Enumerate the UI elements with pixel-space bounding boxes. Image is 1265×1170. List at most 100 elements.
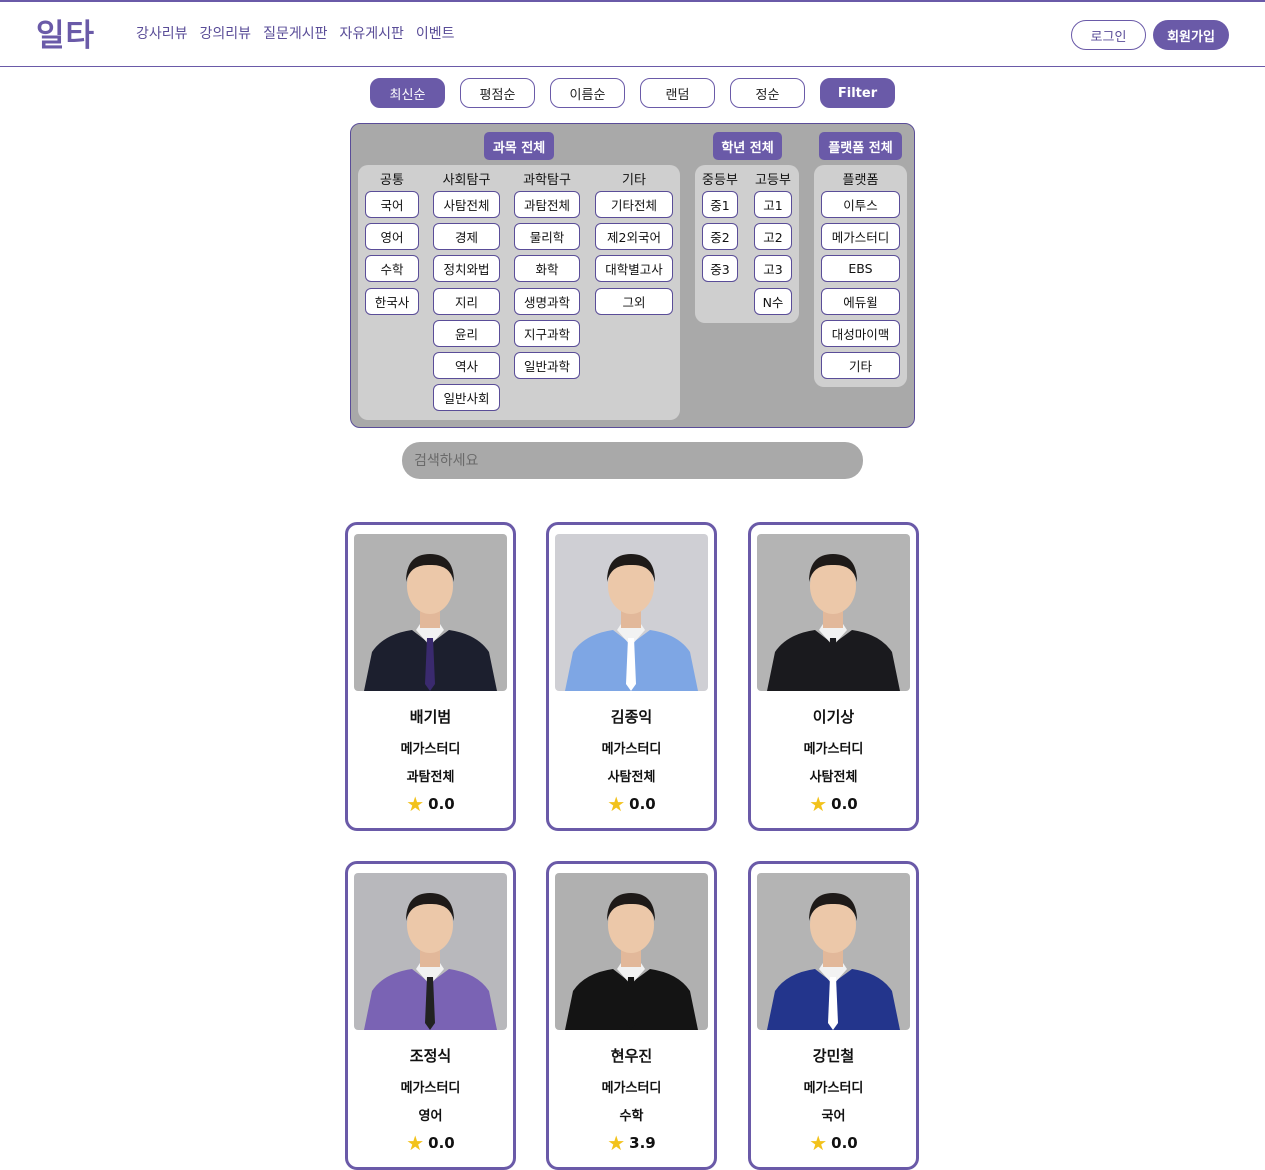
teacher-card[interactable]: 이기상메가스터디사탐전체 ★ 0.0 bbox=[748, 522, 919, 831]
teacher-name: 배기범 bbox=[409, 708, 452, 726]
rating-value: 0.0 bbox=[428, 795, 455, 813]
platform-chip[interactable]: 에듀윌 bbox=[821, 287, 900, 315]
subject-chip[interactable]: 일반사회 bbox=[433, 384, 500, 412]
teacher-rating: ★ 0.0 bbox=[751, 794, 916, 814]
teacher-platform: 메가스터디 bbox=[803, 742, 864, 757]
search-input[interactable] bbox=[402, 442, 863, 479]
subject-chip[interactable]: 영어 bbox=[365, 223, 419, 251]
teacher-subject: 사탐전체 bbox=[809, 770, 858, 785]
subject-chip[interactable]: 수학 bbox=[365, 255, 419, 283]
sort-latest-button[interactable]: 최신순 bbox=[370, 78, 445, 108]
star-icon: ★ bbox=[406, 1131, 425, 1155]
grade-group-title: 고등부 bbox=[755, 173, 791, 188]
filter-panel: 과목 전체 학년 전체 플랫폼 전체 공통국어영어수학한국사 사회탐구사탐전체경제… bbox=[350, 123, 915, 428]
teacher-card[interactable]: 배기범 메가스터디 과탐전체 ★ 0.0 bbox=[345, 522, 516, 831]
star-icon: ★ bbox=[607, 1131, 626, 1155]
platform-group-title: 플랫폼 bbox=[842, 173, 879, 188]
sort-rating-button[interactable]: 평점순 bbox=[460, 78, 535, 108]
teacher-name: 이기상 bbox=[812, 708, 855, 726]
grade-chip[interactable]: 중2 bbox=[702, 223, 738, 251]
teacher-photo bbox=[354, 534, 507, 691]
platform-chip[interactable]: 대성마이맥 bbox=[821, 319, 900, 347]
rating-value: 0.0 bbox=[831, 1134, 858, 1152]
platform-chip[interactable]: EBS bbox=[821, 255, 900, 283]
platform-chip[interactable]: 기타 bbox=[821, 352, 900, 379]
teacher-name: 김종익 bbox=[610, 708, 653, 726]
subject-all-button[interactable]: 과목 전체 bbox=[484, 132, 554, 160]
site-header: 일타 강사리뷰 강의리뷰 질문게시판 자유게시판 이벤트 로그인 회원가입 bbox=[0, 2, 1265, 67]
main-nav: 강사리뷰 강의리뷰 질문게시판 자유게시판 이벤트 bbox=[136, 23, 455, 43]
nav-teacher-review[interactable]: 강사리뷰 bbox=[136, 23, 188, 43]
teacher-name: 현우진 bbox=[610, 1047, 653, 1065]
subject-chip[interactable]: 그외 bbox=[595, 287, 673, 315]
platform-chip[interactable]: 이투스 bbox=[821, 191, 900, 218]
subject-chip[interactable]: 윤리 bbox=[433, 319, 500, 347]
star-icon: ★ bbox=[607, 792, 626, 816]
teacher-name: 조정식 bbox=[409, 1047, 452, 1065]
subject-chip[interactable]: 생명과학 bbox=[514, 287, 580, 315]
subject-chip[interactable]: 경제 bbox=[433, 223, 500, 251]
subject-chip[interactable]: 과탐전체 bbox=[514, 191, 580, 218]
subject-group-title: 공통 bbox=[380, 173, 404, 188]
star-icon: ★ bbox=[809, 792, 828, 816]
nav-question-board[interactable]: 질문게시판 bbox=[263, 23, 327, 43]
subject-chip[interactable]: 역사 bbox=[433, 352, 500, 379]
teacher-photo bbox=[354, 873, 507, 1030]
subject-group-title: 사회탐구 bbox=[442, 173, 491, 188]
login-button[interactable]: 로그인 bbox=[1071, 20, 1146, 50]
sort-random-button[interactable]: 랜덤 bbox=[640, 78, 715, 108]
teacher-rating: ★ 0.0 bbox=[348, 794, 513, 814]
grade-chip[interactable]: 중1 bbox=[702, 191, 738, 218]
teacher-card[interactable]: 강민철 메가스터디 국어 ★ 0.0 bbox=[748, 861, 919, 1170]
grade-chip[interactable]: 고3 bbox=[754, 255, 792, 283]
teacher-platform: 메가스터디 bbox=[803, 1081, 864, 1096]
subject-chip[interactable]: 국어 bbox=[365, 191, 419, 218]
subject-chip[interactable]: 지구과학 bbox=[514, 319, 580, 347]
rating-value: 0.0 bbox=[629, 795, 656, 813]
grade-chip[interactable]: 고1 bbox=[754, 191, 792, 218]
grade-chip[interactable]: 중3 bbox=[702, 255, 738, 283]
grade-group-title: 중등부 bbox=[702, 173, 738, 188]
sort-name-button[interactable]: 이름순 bbox=[550, 78, 625, 108]
teacher-card[interactable]: 김종익메가스터디사탐전체 ★ 0.0 bbox=[546, 522, 717, 831]
teacher-platform: 메가스터디 bbox=[601, 742, 662, 757]
teacher-platform: 메가스터디 bbox=[400, 1081, 461, 1096]
signup-button[interactable]: 회원가입 bbox=[1153, 20, 1229, 50]
star-icon: ★ bbox=[809, 1131, 828, 1155]
grade-chip[interactable]: 고2 bbox=[754, 223, 792, 251]
star-icon: ★ bbox=[406, 792, 425, 816]
teacher-subject: 사탐전체 bbox=[607, 770, 656, 785]
subject-chip[interactable]: 물리학 bbox=[514, 223, 580, 251]
subject-chip[interactable]: 일반과학 bbox=[514, 352, 580, 379]
platform-all-button[interactable]: 플랫폼 전체 bbox=[819, 132, 902, 160]
site-logo[interactable]: 일타 bbox=[36, 10, 95, 55]
nav-event[interactable]: 이벤트 bbox=[416, 23, 455, 43]
nav-lecture-review[interactable]: 강의리뷰 bbox=[200, 23, 252, 43]
subject-chip[interactable]: 한국사 bbox=[365, 287, 419, 315]
teacher-photo bbox=[555, 873, 708, 1030]
subject-chip[interactable]: 사탐전체 bbox=[433, 191, 500, 218]
filter-toggle-button[interactable]: Filter bbox=[820, 78, 895, 108]
teacher-photo bbox=[757, 534, 910, 691]
teacher-photo bbox=[555, 534, 708, 691]
nav-free-board[interactable]: 자유게시판 bbox=[339, 23, 403, 43]
grade-chip[interactable]: N수 bbox=[754, 287, 792, 315]
platform-chip[interactable]: 메가스터디 bbox=[821, 223, 900, 251]
subject-chip[interactable]: 화학 bbox=[514, 255, 580, 283]
sort-ascending-button[interactable]: 정순 bbox=[730, 78, 805, 108]
subject-chip[interactable]: 지리 bbox=[433, 287, 500, 315]
subject-chip[interactable]: 제2외국어 bbox=[595, 223, 673, 251]
teacher-card[interactable]: 조정식 메가스터디 영어 ★ 0.0 bbox=[345, 861, 516, 1170]
teacher-platform: 메가스터디 bbox=[400, 742, 461, 757]
teacher-rating: ★ 3.9 bbox=[549, 1133, 714, 1153]
subject-chip[interactable]: 정치와법 bbox=[433, 255, 500, 283]
rating-value: 0.0 bbox=[831, 795, 858, 813]
subject-chip[interactable]: 기타전체 bbox=[595, 191, 673, 218]
teacher-card[interactable]: 현우진 메가스터디 수학 ★ 3.9 bbox=[546, 861, 717, 1170]
subject-group-title: 기타 bbox=[622, 173, 646, 188]
teacher-subject: 영어 bbox=[418, 1109, 443, 1124]
grade-all-button[interactable]: 학년 전체 bbox=[713, 132, 782, 160]
subject-chip[interactable]: 대학별고사 bbox=[595, 255, 673, 283]
teacher-rating: ★ 0.0 bbox=[549, 794, 714, 814]
teacher-subject: 수학 bbox=[619, 1109, 644, 1124]
